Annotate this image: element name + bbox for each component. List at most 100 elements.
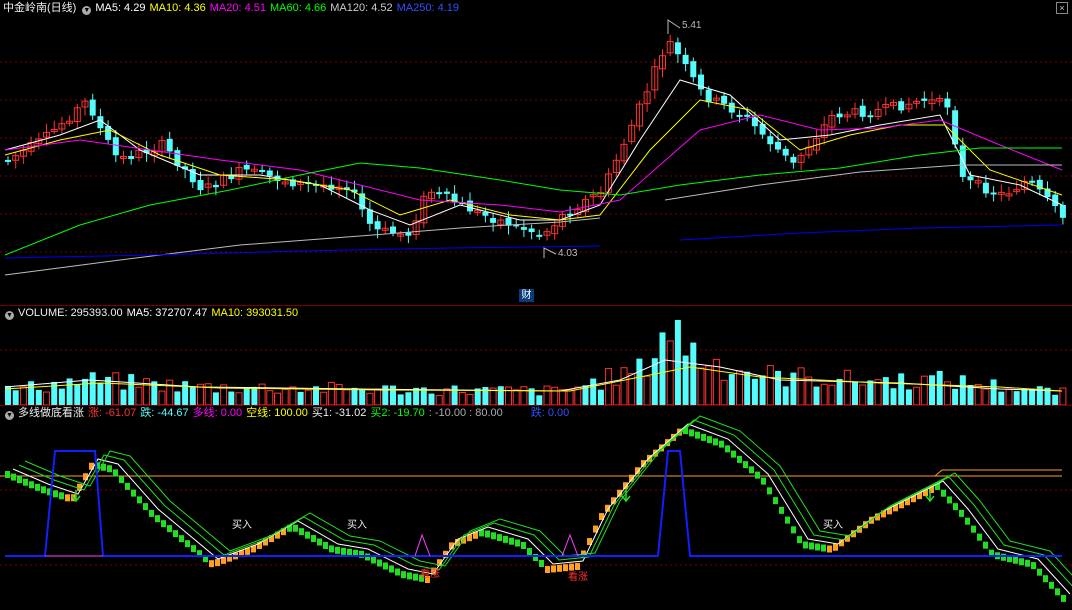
volume-bar (882, 377, 889, 405)
volume-bar (605, 368, 613, 405)
candle-body (944, 98, 951, 108)
volume-bar (797, 367, 805, 405)
indicator-chart[interactable] (0, 405, 1072, 610)
volume-bar (543, 385, 551, 405)
volume-bar (289, 386, 297, 405)
volume-bar (274, 392, 281, 405)
buy-signal-label: 买入 (823, 520, 843, 531)
signal-block (179, 535, 184, 543)
signal-block (377, 559, 382, 567)
volume-bar (189, 386, 196, 405)
candle-body (5, 159, 11, 162)
volume-bar (343, 389, 351, 405)
volume-bar (813, 386, 820, 405)
mai2-value: 买2: -19.70 (370, 407, 425, 419)
signal-block (389, 565, 394, 573)
volume-bar (558, 389, 566, 405)
volume-bar (643, 375, 651, 405)
volume-bar (304, 389, 312, 405)
candle-body (374, 221, 381, 230)
signal-block (527, 548, 532, 555)
signal-block (89, 462, 94, 470)
signal-block (761, 477, 766, 485)
volume-pane[interactable]: ▼ VOLUME: 295393.00 MA5: 372707.47 MA10: 39… (0, 305, 1072, 405)
candle-body (166, 138, 173, 152)
signal-block (305, 531, 310, 539)
signal-block (347, 548, 352, 556)
candle-body (259, 169, 266, 172)
magenta-spike (561, 533, 579, 557)
white-line (12, 423, 1071, 595)
vol-ma10-value: MA10: 393031.50 (211, 307, 299, 319)
candle-body (536, 234, 543, 237)
signal-block (551, 565, 556, 573)
ma5-value: MA5: 4.29 (95, 2, 146, 14)
signal-block (713, 438, 718, 446)
signal-block (173, 530, 178, 538)
price-pane[interactable]: 中金岭南(日线) ▼ MA5: 4.29 MA10: 4.36 MA20: 4.51 MA… (0, 0, 1072, 305)
collapse-triangle-icon[interactable]: ▼ (5, 311, 14, 320)
volume-bar (1052, 394, 1059, 405)
signal-block (701, 433, 706, 441)
volume-bar (497, 386, 504, 405)
financial-report-badge[interactable]: 财 (519, 289, 534, 302)
volume-bar (112, 372, 120, 405)
candle-body (790, 156, 797, 163)
stock-title[interactable]: 中金岭南(日线) (3, 2, 76, 14)
low-marker (543, 247, 557, 258)
ma120-line (4, 217, 601, 276)
collapse-triangle-icon[interactable]: ▼ (82, 6, 92, 15)
volume-bar (366, 392, 374, 405)
signal-block (947, 496, 952, 504)
collapse-triangle-icon[interactable]: ▼ (5, 411, 14, 420)
signal-block (209, 560, 214, 568)
volume-bar (1013, 391, 1020, 405)
signal-block (977, 533, 982, 541)
signal-block (191, 545, 196, 553)
candle-body (759, 123, 766, 135)
candle-body (728, 102, 735, 113)
volume-bar (266, 390, 274, 405)
signal-block (689, 429, 694, 437)
volume-bar (43, 391, 50, 405)
candle-body (89, 99, 96, 116)
volume-bar (867, 380, 874, 405)
candle-body (682, 54, 689, 65)
signal-block (803, 541, 808, 549)
volume-bar (859, 384, 867, 405)
signal-block (119, 476, 124, 484)
signal-block (77, 483, 82, 491)
signal-block (809, 542, 814, 550)
volume-bar (382, 385, 389, 405)
signal-block (35, 483, 40, 491)
candle-body (859, 105, 866, 117)
volume-bar (782, 386, 789, 405)
volume-bar (836, 378, 843, 405)
signal-block (515, 539, 520, 547)
volume-bar (351, 387, 358, 405)
close-x-icon[interactable]: × (1056, 2, 1068, 14)
signal-block (773, 497, 778, 505)
volume-bar (327, 381, 335, 405)
price-header: 中金岭南(日线) ▼ MA5: 4.29 MA10: 4.36 MA20: 4.51 MA… (0, 0, 463, 16)
candle-body (836, 113, 843, 118)
candle-body (967, 176, 974, 181)
volume-bar (174, 391, 181, 405)
signal-block (725, 445, 730, 453)
volume-bar (520, 386, 528, 405)
indicator-name[interactable]: 多线做底看涨 (18, 407, 84, 419)
signal-block (539, 560, 544, 567)
candle-body (744, 114, 751, 117)
volume-bar (82, 378, 88, 405)
volume-bar (697, 367, 705, 405)
volume-bar (666, 340, 674, 405)
volume-bar (281, 388, 289, 405)
signal-block (1061, 594, 1066, 602)
ma250-line (679, 224, 1063, 241)
volume-bar (251, 386, 258, 405)
indicator-pane[interactable]: ▼ 多线做底看涨 涨: -61.07 跌: -44.67 多线: 0.00 空线: 100… (0, 405, 1072, 610)
volume-bar (359, 389, 366, 405)
candlestick-chart[interactable] (0, 0, 1072, 305)
signal-block (695, 431, 700, 439)
volume-bar (35, 389, 42, 405)
